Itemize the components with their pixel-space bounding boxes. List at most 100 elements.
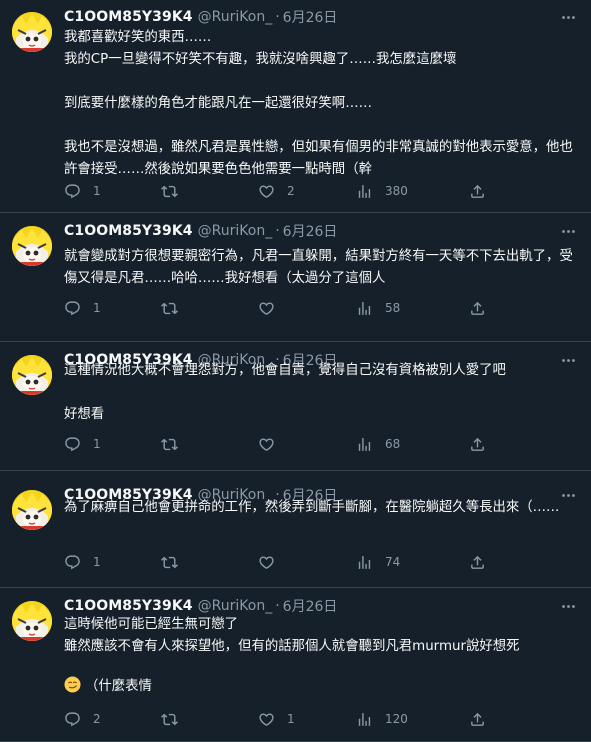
heart-icon [258, 436, 275, 453]
replies-count: 1 [93, 555, 101, 569]
reply-button[interactable]: 1 [64, 298, 101, 318]
timeline: C1OOM85Y39K4 @RuriKon_ · 6月26日 我都喜歡好笑的東西…… 我… [0, 0, 591, 742]
replies-count: 1 [93, 184, 101, 198]
tweet[interactable]: C1OOM85Y39K4 @RuriKon_ · 6月26日 為了麻痹自己他會更拼命的工… [0, 478, 591, 588]
reply-icon-svg [65, 183, 80, 198]
views-icon-svg [358, 184, 371, 198]
share-button[interactable] [469, 434, 486, 454]
avatar-image [12, 12, 52, 52]
more-options-button[interactable] [557, 6, 579, 28]
views-count: 74 [385, 555, 401, 569]
share-icon-svg [471, 184, 484, 198]
tweet-actions: 1 58 [64, 298, 494, 318]
user-handle[interactable]: @RuriKon_ [198, 9, 273, 25]
tweet-emoji-line: （什麼表情 [64, 676, 579, 698]
heart-icon-svg [259, 712, 274, 726]
like-button[interactable] [258, 552, 287, 572]
avatar[interactable] [12, 490, 52, 530]
share-icon [469, 300, 486, 317]
tweet[interactable]: C1OOM85Y39K4 @RuriKon_ · 6月26日 這時候他可能已經生無可戀了… [0, 589, 591, 742]
retweet-button[interactable] [161, 181, 190, 201]
views-button[interactable]: 58 [356, 298, 400, 318]
avatar[interactable] [12, 355, 52, 395]
views-button[interactable]: 68 [356, 434, 400, 454]
tweet[interactable]: C1OOM85Y39K4 @RuriKon_ · 6月26日 我都喜歡好笑的東西…… 我… [0, 0, 591, 213]
tweet-actions: 1 74 [64, 552, 494, 572]
more-icon [561, 229, 575, 233]
reply-icon [64, 300, 81, 317]
retweet-icon-svg [161, 302, 178, 314]
reply-icon [64, 183, 81, 200]
retweet-button[interactable] [161, 552, 190, 572]
like-button[interactable] [258, 298, 287, 318]
more-options-button[interactable] [557, 220, 579, 242]
smirk-face-emoji [64, 676, 81, 693]
avatar[interactable] [12, 601, 52, 641]
views-button[interactable]: 380 [356, 181, 408, 201]
replies-count: 1 [93, 301, 101, 315]
reply-button[interactable]: 2 [64, 709, 101, 729]
retweet-icon [161, 183, 178, 200]
retweet-button[interactable] [161, 434, 190, 454]
heart-icon-svg [259, 437, 274, 451]
retweet-icon [161, 711, 178, 728]
tweet-date[interactable]: 6月26日 [283, 596, 338, 616]
tweet-text: 這時候他可能已經生無可戀了 雖然應該不會有人來探望他，但有的話那個人就會聽到凡君… [64, 617, 520, 654]
reply-button[interactable]: 1 [64, 552, 101, 572]
heart-icon [258, 300, 275, 317]
share-icon [469, 554, 486, 571]
display-name[interactable]: C1OOM85Y39K4 [64, 598, 193, 614]
retweet-button[interactable] [161, 709, 190, 729]
avatar[interactable] [12, 12, 52, 52]
reply-icon-svg [65, 436, 80, 451]
avatar-image [12, 226, 52, 266]
views-icon [356, 711, 373, 728]
avatar-image [12, 601, 52, 641]
tweet-date[interactable]: 6月26日 [283, 221, 338, 241]
retweet-button[interactable] [161, 298, 190, 318]
display-name[interactable]: C1OOM85Y39K4 [64, 223, 193, 239]
user-handle[interactable]: @RuriKon_ [198, 598, 273, 614]
retweet-icon [161, 300, 178, 317]
views-button[interactable]: 74 [356, 552, 400, 572]
like-button[interactable] [258, 434, 287, 454]
views-count: 58 [385, 301, 401, 315]
tweet[interactable]: C1OOM85Y39K4 @RuriKon_ · 6月26日 這種情況他大概不會埋怨對方… [0, 343, 591, 471]
share-button[interactable] [469, 181, 486, 201]
share-icon [469, 436, 486, 453]
tweet-header: C1OOM85Y39K4 @RuriKon_ · 6月26日 [64, 220, 579, 242]
views-icon-svg [358, 555, 371, 569]
avatar[interactable] [12, 226, 52, 266]
like-button[interactable]: 2 [258, 181, 295, 201]
heart-icon-svg [259, 301, 274, 315]
share-button[interactable] [469, 298, 486, 318]
reply-button[interactable]: 1 [64, 181, 101, 201]
display-name[interactable]: C1OOM85Y39K4 [64, 9, 193, 25]
share-button[interactable] [469, 552, 486, 572]
share-button[interactable] [469, 709, 486, 729]
views-button[interactable]: 120 [356, 709, 408, 729]
tweet-text: 這種情況他大概不會埋怨對方，他會自責，覺得自己沒有資格被別人愛了吧 好想看 [64, 363, 506, 422]
reply-icon-svg [65, 711, 80, 726]
heart-icon [258, 183, 275, 200]
share-icon [469, 711, 486, 728]
views-count: 68 [385, 437, 401, 451]
reply-button[interactable]: 1 [64, 434, 101, 454]
retweet-icon [161, 436, 178, 453]
tweet[interactable]: C1OOM85Y39K4 @RuriKon_ · 6月26日 就會變成對方很想要親密行為… [0, 214, 591, 342]
retweet-icon-svg [161, 713, 178, 725]
heart-icon [258, 554, 275, 571]
tweet-actions: 1 68 [64, 434, 494, 454]
retweet-icon-svg [161, 185, 178, 197]
like-button[interactable]: 1 [258, 709, 295, 729]
reply-icon [64, 436, 81, 453]
share-icon-svg [471, 301, 484, 315]
avatar-image [12, 355, 52, 395]
tweet-date[interactable]: 6月26日 [283, 7, 338, 27]
replies-count: 2 [93, 712, 101, 726]
separator-dot: · [275, 598, 280, 614]
views-icon-svg [358, 437, 371, 451]
retweet-icon-svg [161, 438, 178, 450]
user-handle[interactable]: @RuriKon_ [198, 223, 273, 239]
views-count: 380 [385, 184, 408, 198]
